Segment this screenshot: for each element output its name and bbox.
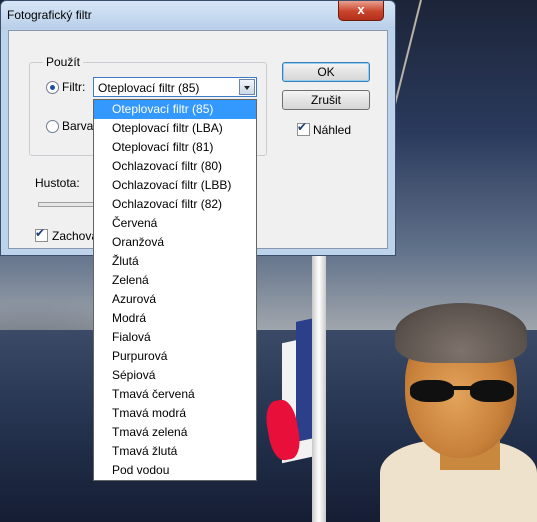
dropdown-option[interactable]: Modrá — [94, 309, 256, 328]
dropdown-option[interactable]: Ochlazovací filtr (82) — [94, 195, 256, 214]
dropdown-option[interactable]: Tmavá modrá — [94, 404, 256, 423]
dropdown-option[interactable]: Azurová — [94, 290, 256, 309]
filter-dropdown-list: Oteplovací filtr (85) Oteplovací filtr (L… — [93, 99, 257, 481]
dropdown-option[interactable]: Oteplovací filtr (LBA) — [94, 119, 256, 138]
chevron-down-icon[interactable] — [239, 79, 255, 95]
title-bar[interactable]: Fotografický filtr x — [1, 1, 395, 29]
dropdown-option[interactable]: Tmavá žlutá — [94, 442, 256, 461]
dialog-title: Fotografický filtr — [7, 8, 92, 22]
preserve-luminosity-checkbox[interactable]: ✔ — [35, 226, 48, 242]
dropdown-option[interactable]: Pod vodou — [94, 461, 256, 480]
dropdown-option[interactable]: Oteplovací filtr (81) — [94, 138, 256, 157]
filter-radio[interactable] — [46, 81, 59, 94]
dropdown-option[interactable]: Purpurová — [94, 347, 256, 366]
dropdown-option[interactable]: Tmavá zelená — [94, 423, 256, 442]
close-button[interactable]: x — [338, 1, 384, 21]
flag-pole — [312, 255, 326, 522]
density-slider[interactable] — [38, 202, 100, 207]
density-label: Hustota: — [35, 176, 80, 190]
dropdown-option[interactable]: Ochlazovací filtr (80) — [94, 157, 256, 176]
preview-label: Náhled — [313, 123, 352, 137]
cancel-button[interactable]: Zrušit — [282, 90, 370, 110]
dropdown-option[interactable]: Ochlazovací filtr (LBB) — [94, 176, 256, 195]
preview-checkbox[interactable]: ✔ — [297, 120, 310, 136]
dropdown-option[interactable]: Tmavá červená — [94, 385, 256, 404]
color-label: Barva: — [62, 119, 97, 133]
dropdown-option[interactable]: Zelená — [94, 271, 256, 290]
dropdown-option[interactable]: Sépiová — [94, 366, 256, 385]
sunglasses — [410, 380, 518, 404]
filter-select[interactable]: Oteplovací filtr (85) — [93, 77, 257, 97]
ok-button[interactable]: OK — [282, 62, 370, 82]
filter-label: Filtr: — [62, 80, 86, 94]
dropdown-option[interactable]: Fialová — [94, 328, 256, 347]
preserve-luminosity-label: Zachova — [52, 229, 99, 243]
dropdown-option[interactable]: Oteplovací filtr (85) — [94, 100, 256, 119]
dropdown-option[interactable]: Žlutá — [94, 252, 256, 271]
dropdown-option[interactable]: Červená — [94, 214, 256, 233]
color-radio[interactable] — [46, 120, 59, 133]
person-hair — [395, 303, 527, 363]
use-group-label: Použít — [43, 55, 84, 69]
filter-select-value: Oteplovací filtr (85) — [98, 81, 200, 95]
dropdown-option[interactable]: Oranžová — [94, 233, 256, 252]
